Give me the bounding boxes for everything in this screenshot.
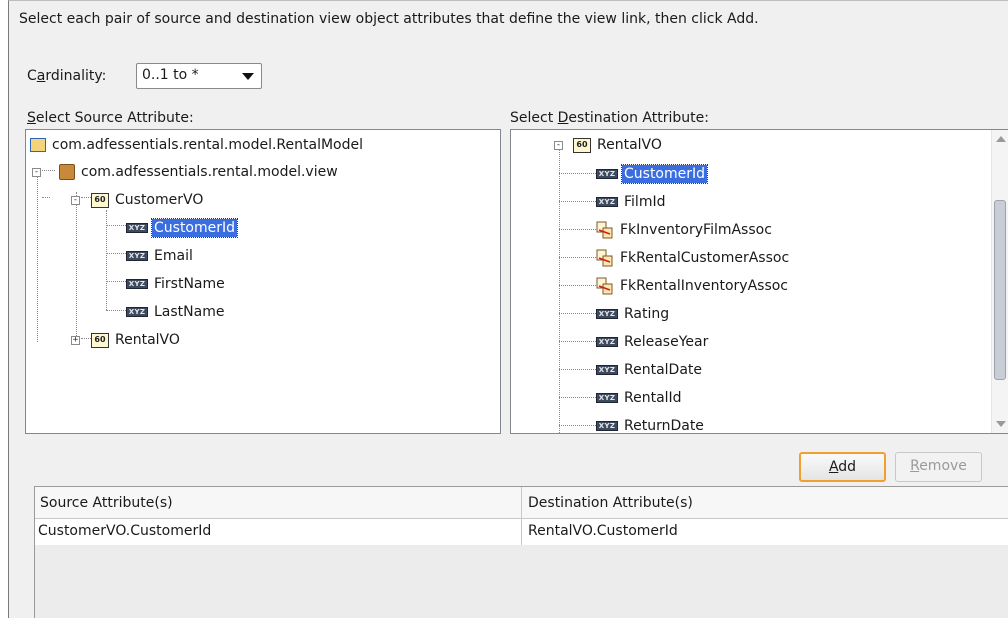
destination-attr-rentalid[interactable]: XYZ RentalId	[596, 385, 684, 411]
cardinality-dropdown[interactable]: 0..1 to *	[136, 63, 262, 89]
destination-attr-returndate[interactable]: XYZ ReturnDate	[596, 413, 706, 433]
xyz-attribute-icon: XYZ	[596, 337, 618, 347]
xyz-attribute-icon: XYZ	[126, 223, 148, 233]
view-object-icon: 60	[573, 137, 591, 153]
column-header-destination[interactable]: Destination Attribute(s)	[528, 495, 693, 511]
source-attr-lastname[interactable]: XYZ LastName	[126, 299, 226, 325]
cardinality-value: 0..1 to *	[142, 67, 199, 83]
chevron-down-icon[interactable]	[242, 73, 254, 80]
vertical-scrollbar[interactable]	[991, 130, 1008, 433]
remove-button[interactable]: Remove	[895, 452, 982, 482]
expand-icon[interactable]: +	[71, 335, 80, 345]
destination-attr-fkinventoryfilmassoc[interactable]: FkInventoryFilmAssoc	[596, 217, 774, 243]
attribute-pairs-table[interactable]: Source Attribute(s) Destination Attribut…	[34, 486, 1008, 618]
collapse-icon[interactable]: -	[71, 195, 80, 205]
destination-attribute-label: Select Destination Attribute:	[510, 110, 709, 126]
source-attribute-tree[interactable]: com.adfessentials.rental.model.RentalMod…	[25, 129, 501, 434]
xyz-attribute-icon: XYZ	[126, 251, 148, 261]
view-link-dialog-page: Select each pair of source and destinati…	[8, 0, 1008, 618]
scroll-down-icon[interactable]	[996, 421, 1006, 427]
cardinality-label: Cardinality:	[27, 68, 107, 84]
destination-attr-releaseyear[interactable]: XYZ ReleaseYear	[596, 329, 710, 355]
source-attr-customerid[interactable]: XYZ CustomerId	[126, 215, 239, 241]
tree-item-package[interactable]: - com.adfessentials.rental.model.view	[32, 159, 340, 185]
xyz-attribute-icon: XYZ	[596, 169, 618, 179]
tree-item-project[interactable]: com.adfessentials.rental.model.RentalMod…	[30, 132, 365, 158]
table-cell-source: CustomerVO.CustomerId	[38, 523, 212, 539]
collapse-icon[interactable]: -	[554, 140, 563, 150]
xyz-attribute-icon: XYZ	[126, 279, 148, 289]
add-button[interactable]: Add	[799, 452, 886, 482]
association-icon	[596, 221, 614, 239]
view-object-icon: 60	[91, 332, 109, 348]
destination-attr-rentaldate[interactable]: XYZ RentalDate	[596, 357, 704, 383]
destination-attr-rating[interactable]: XYZ Rating	[596, 301, 671, 327]
tree-item-rentalvo[interactable]: + 60 RentalVO	[71, 327, 182, 353]
destination-attribute-tree[interactable]: - 60 RentalVO XYZ CustomerId XYZ FilmId FkIn…	[510, 129, 1008, 434]
destination-attr-fkrentalinventoryassoc[interactable]: FkRentalInventoryAssoc	[596, 273, 790, 299]
column-header-source[interactable]: Source Attribute(s)	[40, 495, 173, 511]
project-icon	[30, 138, 46, 152]
xyz-attribute-icon: XYZ	[596, 393, 618, 403]
collapse-icon[interactable]: -	[32, 167, 41, 177]
package-icon	[59, 164, 75, 180]
source-attr-firstname[interactable]: XYZ FirstName	[126, 271, 227, 297]
scroll-thumb[interactable]	[994, 200, 1006, 380]
xyz-attribute-icon: XYZ	[126, 307, 148, 317]
xyz-attribute-icon: XYZ	[596, 309, 618, 319]
view-object-icon: 60	[91, 192, 109, 208]
instruction-text: Select each pair of source and destinati…	[19, 11, 759, 27]
tree-item-customervo[interactable]: - 60 CustomerVO	[71, 187, 205, 213]
xyz-attribute-icon: XYZ	[596, 197, 618, 207]
destination-attr-fkrentalcustomerassoc[interactable]: FkRentalCustomerAssoc	[596, 245, 791, 271]
destination-attr-customerid[interactable]: XYZ CustomerId	[596, 161, 709, 187]
destination-attr-filmid[interactable]: XYZ FilmId	[596, 189, 667, 215]
xyz-attribute-icon: XYZ	[596, 365, 618, 375]
tree-item-rentalvo[interactable]: - 60 RentalVO	[554, 132, 664, 158]
source-attr-email[interactable]: XYZ Email	[126, 243, 195, 269]
association-icon	[596, 249, 614, 267]
source-attribute-label: Select Source Attribute:	[27, 110, 194, 126]
scroll-up-icon[interactable]	[996, 136, 1006, 142]
xyz-attribute-icon: XYZ	[596, 421, 618, 431]
association-icon	[596, 277, 614, 295]
table-cell-destination: RentalVO.CustomerId	[528, 523, 678, 539]
